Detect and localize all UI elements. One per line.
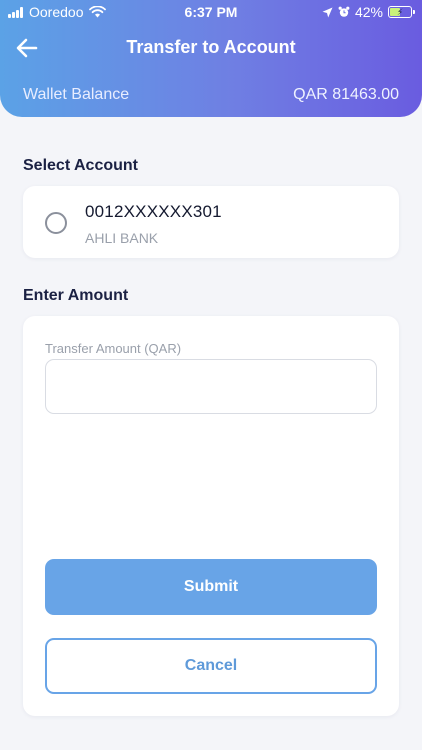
- battery-percent: 42%: [354, 4, 383, 20]
- account-radio-button[interactable]: [45, 212, 67, 234]
- cancel-button[interactable]: Cancel: [45, 638, 377, 694]
- transfer-amount-label: Transfer Amount (QAR): [45, 341, 182, 356]
- account-card[interactable]: 0012XXXXXX301 AHLI BANK: [23, 186, 399, 258]
- page-title: Transfer to Account: [126, 37, 296, 57]
- alarm-clock-icon: [338, 6, 350, 17]
- header: Ooredoo 6:37 PM 42% ⚡ Transfer to Accoun…: [0, 0, 422, 117]
- account-number: 0012XXXXXX301: [85, 202, 222, 221]
- amount-card: Transfer Amount (QAR) Submit Cancel: [23, 316, 399, 716]
- wallet-balance-value: QAR 81463.00: [293, 86, 399, 103]
- location-arrow-icon: [322, 7, 333, 17]
- enter-amount-heading: Enter Amount: [23, 287, 129, 304]
- status-right: 42% ⚡: [322, 4, 415, 20]
- battery-icon: ⚡: [388, 6, 415, 18]
- status-bar: Ooredoo 6:37 PM 42% ⚡: [0, 0, 422, 24]
- bank-name: AHLI BANK: [85, 230, 159, 246]
- submit-button[interactable]: Submit: [45, 559, 377, 615]
- select-account-heading: Select Account: [23, 157, 138, 174]
- wallet-balance-label: Wallet Balance: [23, 86, 130, 103]
- transfer-amount-input[interactable]: [45, 359, 377, 414]
